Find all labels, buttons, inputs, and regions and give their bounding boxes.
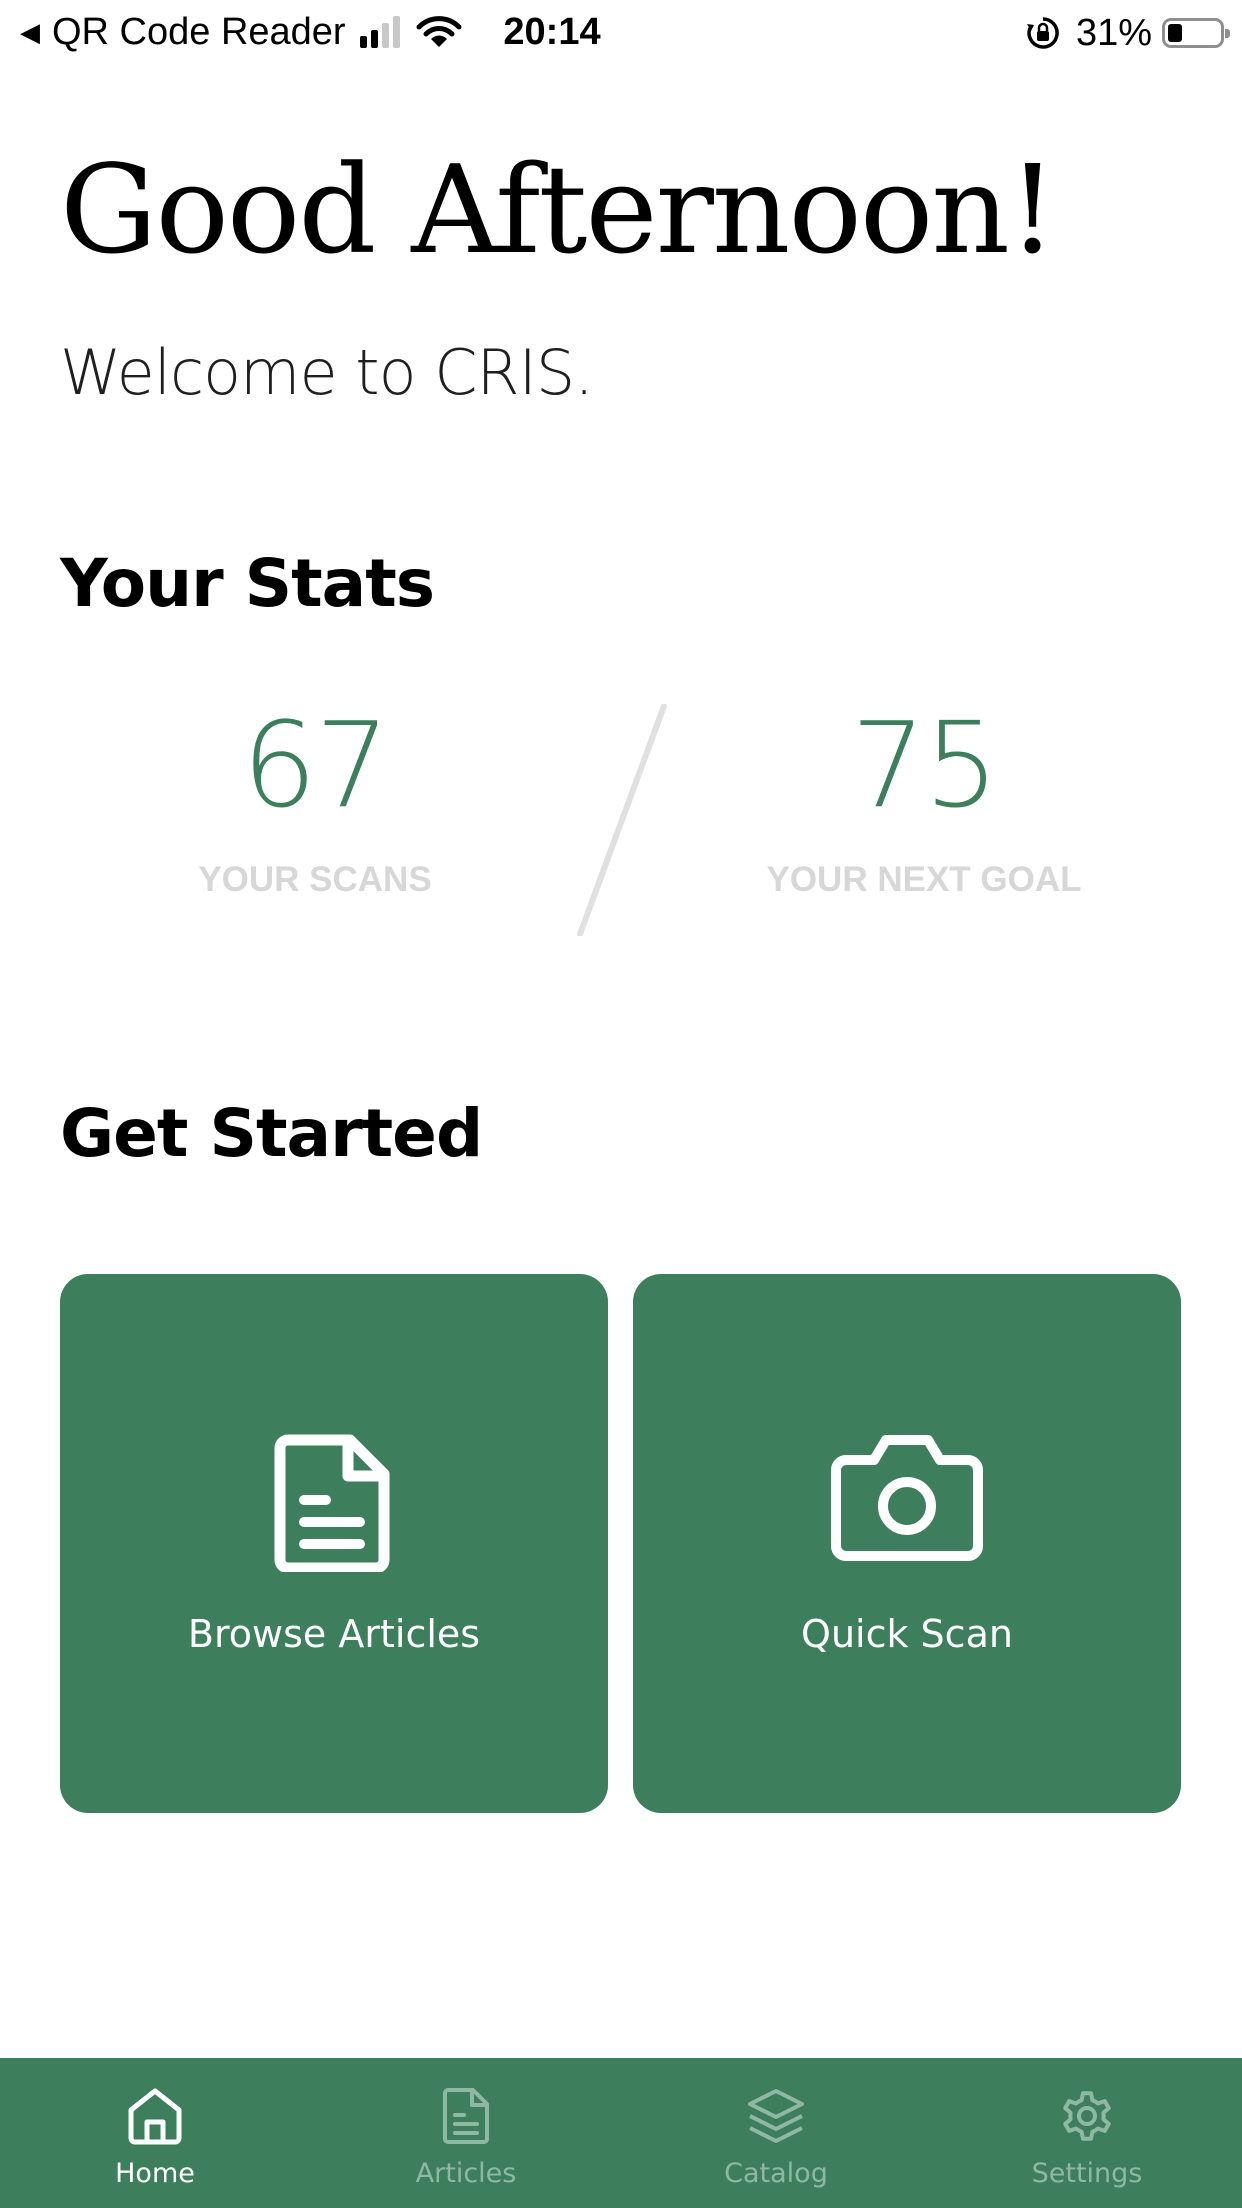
gear-icon xyxy=(1063,2091,1111,2141)
stats-heading: Your Stats xyxy=(60,545,435,622)
wifi-icon xyxy=(416,16,462,47)
cellular-signal-icon xyxy=(359,16,400,48)
tab-home[interactable]: Home xyxy=(0,2058,310,2208)
goal-caption: YOUR NEXT GOAL xyxy=(766,860,1082,899)
tab-articles[interactable]: Articles xyxy=(311,2058,621,2208)
scans-caption: YOUR SCANS xyxy=(198,860,432,899)
bottom-tab-bar: Home Articles Catalog Settings xyxy=(0,2058,1242,2208)
camera-icon xyxy=(831,1435,983,1561)
tab-home-label: Home xyxy=(115,2158,195,2189)
browse-articles-label: Browse Articles xyxy=(187,1612,481,1656)
goal-count: 75 xyxy=(850,696,999,834)
document-icon xyxy=(274,1434,390,1572)
scans-stat: 67 YOUR SCANS xyxy=(105,700,525,900)
back-arrow-icon: ◀ xyxy=(20,17,40,47)
goal-stat: 75 YOUR NEXT GOAL xyxy=(714,700,1134,900)
tab-catalog[interactable]: Catalog xyxy=(621,2058,931,2208)
document-icon xyxy=(443,2088,489,2144)
stats-divider xyxy=(577,704,667,936)
tab-catalog-label: Catalog xyxy=(724,2158,828,2189)
get-started-heading: Get Started xyxy=(60,1095,483,1172)
battery-percent: 31% xyxy=(1075,12,1152,54)
quick-scan-label: Quick Scan xyxy=(801,1612,1013,1656)
tab-settings-label: Settings xyxy=(1031,2158,1143,2189)
rotation-lock-icon xyxy=(1026,17,1059,49)
browse-articles-button[interactable]: Browse Articles xyxy=(60,1274,608,1813)
scans-count: 67 xyxy=(241,696,390,834)
back-to-app-link[interactable]: ◀ QR Code Reader xyxy=(20,8,462,56)
tab-articles-label: Articles xyxy=(415,2158,517,2189)
status-bar: ◀ QR Code Reader 20:14 31% xyxy=(0,0,1242,62)
tab-settings[interactable]: Settings xyxy=(932,2058,1242,2208)
back-app-label: QR Code Reader xyxy=(52,11,346,53)
quick-scan-button[interactable]: Quick Scan xyxy=(633,1274,1181,1813)
greeting-title: Good Afternoon! xyxy=(60,139,1057,281)
layers-icon xyxy=(748,2089,804,2143)
welcome-text: Welcome to CRIS. xyxy=(60,336,594,409)
home-icon xyxy=(128,2088,182,2145)
battery-icon xyxy=(1162,18,1230,48)
